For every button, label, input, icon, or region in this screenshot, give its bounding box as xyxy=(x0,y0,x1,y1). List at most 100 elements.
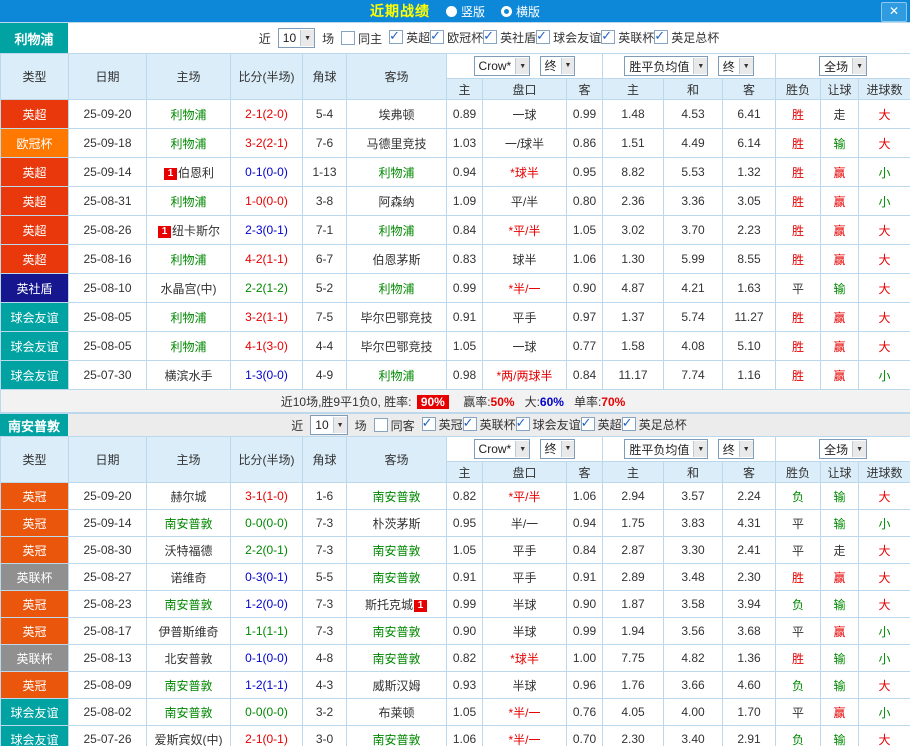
score[interactable]: 0-0(0-0) xyxy=(230,509,303,537)
score[interactable]: 2-2(1-2) xyxy=(230,273,303,303)
score[interactable]: 2-3(0-1) xyxy=(230,215,303,245)
euro-final-select[interactable]: 终 ▼ xyxy=(717,56,754,76)
match-row[interactable]: 英超 25-08-26 1 纽卡斯尔 2-3(0-1) 7-1 利物浦 0.84 … xyxy=(0,215,910,245)
score[interactable]: 2-1(2-0) xyxy=(230,99,303,129)
score[interactable]: 3-2(1-1) xyxy=(230,302,303,332)
match-row[interactable]: 球会友谊 25-07-26 爱斯宾奴(中) 2-1(0-1) 3-0 南安普敦 … xyxy=(0,725,910,746)
match-row[interactable]: 英超 25-09-14 1 伯恩利 0-1(0-0) 1-13 利物浦 0.94 … xyxy=(0,157,910,187)
handicap-result: 赢 xyxy=(820,186,860,216)
score[interactable]: 3-2(2-1) xyxy=(230,128,303,158)
score[interactable]: 0-1(0-0) xyxy=(230,644,303,672)
league-checkbox[interactable]: 球会友谊 xyxy=(536,28,601,46)
league-checkbox[interactable]: 英冠 xyxy=(421,415,463,433)
match-row[interactable]: 球会友谊 25-07-30 横滨水手 1-3(0-0) 4-9 利物浦 0.98… xyxy=(0,360,910,390)
league-checkbox[interactable]: 英超 xyxy=(580,415,622,433)
asia-final-select[interactable]: 终 ▼ xyxy=(539,55,576,76)
match-row[interactable]: 英冠 25-08-23 南安普敦 1-2(0-0) 7-3 斯托克城 1 0.99… xyxy=(0,590,910,618)
home-team: 1 伯恩利 xyxy=(146,157,231,187)
match-row[interactable]: 英冠 25-08-09 南安普敦 1-2(1-1) 4-3 威斯汉姆 0.93 … xyxy=(0,671,910,699)
match-row[interactable]: 英社盾 25-08-10 水晶宫(中) 2-2(1-2) 5-2 利物浦 0.9… xyxy=(0,273,910,303)
league-checkbox[interactable]: 英联杯 xyxy=(462,415,516,433)
match-result: 负 xyxy=(775,671,822,699)
score[interactable]: 1-1(1-1) xyxy=(230,617,303,645)
asia-away-odds: 0.90 xyxy=(565,590,604,618)
league-checkbox[interactable]: 球会友谊 xyxy=(515,415,581,433)
match-row[interactable]: 球会友谊 25-08-05 利物浦 4-1(3-0) 4-4 毕尔巴鄂竞技 1.… xyxy=(0,331,910,361)
euro-final-select[interactable]: 终 ▼ xyxy=(717,439,754,459)
score[interactable]: 3-1(1-0) xyxy=(230,482,303,510)
close-button[interactable]: ✕ xyxy=(881,2,907,22)
match-date: 25-08-30 xyxy=(68,536,147,564)
euro-draw-odds: 3.57 xyxy=(663,482,724,510)
goals-result: 小 xyxy=(858,698,910,726)
match-result: 胜 xyxy=(775,563,822,591)
scope-select[interactable]: 全场 ▼ xyxy=(819,56,868,76)
league-checkbox[interactable]: 英联杯 xyxy=(601,28,654,46)
away-team: 斯托克城 1 xyxy=(346,590,447,618)
league-checkbox[interactable]: 英足总杯 xyxy=(621,415,687,433)
match-result: 平 xyxy=(775,273,822,303)
match-result: 胜 xyxy=(775,157,822,187)
corner-score: 4-3 xyxy=(302,671,347,699)
match-date: 25-08-02 xyxy=(68,698,147,726)
score[interactable]: 0-0(0-0) xyxy=(230,698,303,726)
score[interactable]: 1-2(0-0) xyxy=(230,590,303,618)
match-row[interactable]: 英冠 25-08-17 伊普斯维奇 1-1(1-1) 7-3 南安普敦 0.90… xyxy=(0,617,910,645)
league-badge: 欧冠杯 xyxy=(0,128,69,158)
radio-landscape[interactable]: 横版 xyxy=(501,3,540,20)
score[interactable]: 0-3(0-1) xyxy=(230,563,303,591)
match-row[interactable]: 英冠 25-08-30 沃特福德 2-2(0-1) 7-3 南安普敦 1.05 … xyxy=(0,536,910,564)
match-row[interactable]: 英超 25-09-20 利物浦 2-1(2-0) 5-4 埃弗顿 0.89 一球… xyxy=(0,99,910,129)
score[interactable]: 4-2(1-1) xyxy=(230,244,303,274)
match-row[interactable]: 球会友谊 25-08-05 利物浦 3-2(1-1) 7-5 毕尔巴鄂竞技 0.… xyxy=(0,302,910,332)
score[interactable]: 1-0(0-0) xyxy=(230,186,303,216)
match-row[interactable]: 球会友谊 25-08-02 南安普敦 0-0(0-0) 3-2 布莱顿 1.05… xyxy=(0,698,910,726)
radio-portrait[interactable]: 竖版 xyxy=(445,3,485,20)
league-checkbox[interactable]: 英足总杯 xyxy=(654,28,719,46)
scope-select[interactable]: 全场 ▼ xyxy=(819,439,868,459)
match-row[interactable]: 英冠 25-09-14 南安普敦 0-0(0-0) 7-3 朴茨茅斯 0.95 … xyxy=(0,509,910,537)
col-header-handicap-result: 让球 xyxy=(820,78,860,100)
euro-avg-select[interactable]: 胜平负均值 ▼ xyxy=(624,56,709,76)
score[interactable]: 2-2(0-1) xyxy=(230,536,303,564)
goals-result: 大 xyxy=(858,331,910,361)
euro-away-odds: 4.60 xyxy=(722,671,777,699)
liverpool-section: 利物浦 近 10▼ 场 同主 英超欧冠杯英社盾球会友谊英联杯英足总杯 类型 日期… xyxy=(0,22,910,413)
home-team: 利物浦 xyxy=(146,128,231,158)
euro-away-odds: 1.32 xyxy=(722,157,777,187)
away-team: 毕尔巴鄂竞技 xyxy=(346,331,447,361)
asia-handicap: 平手 xyxy=(482,302,567,332)
same-away-checkbox[interactable]: 同客 xyxy=(373,417,415,434)
asia-home-odds: 0.99 xyxy=(446,590,483,618)
asia-final-select[interactable]: 终 ▼ xyxy=(539,438,576,459)
near-count-select[interactable]: 10 ▼ xyxy=(310,415,348,435)
league-checkbox[interactable]: 欧冠杯 xyxy=(430,28,483,46)
handicap-result: 输 xyxy=(820,509,860,537)
odds-company-select[interactable]: Crow* ▼ xyxy=(473,56,531,77)
euro-odds-selector-cell: 胜平负均值 ▼ 终 ▼ xyxy=(602,53,777,79)
euro-away-odds: 1.70 xyxy=(722,698,777,726)
match-row[interactable]: 英超 25-08-31 利物浦 1-0(0-0) 3-8 阿森纳 1.09 平/… xyxy=(0,186,910,216)
score[interactable]: 0-1(0-0) xyxy=(230,157,303,187)
match-row[interactable]: 英冠 25-09-20 赫尔城 3-1(1-0) 1-6 南安普敦 0.82 *… xyxy=(0,482,910,510)
euro-home-odds: 1.94 xyxy=(602,617,665,645)
same-home-checkbox[interactable]: 同主 xyxy=(341,30,382,47)
league-checkbox[interactable]: 英社盾 xyxy=(483,28,536,46)
col-header-asia-home: 主 xyxy=(446,78,483,100)
near-count-select[interactable]: 10 ▼ xyxy=(277,28,316,48)
euro-avg-select[interactable]: 胜平负均值 ▼ xyxy=(624,439,709,459)
goals-result: 大 xyxy=(858,536,910,564)
match-row[interactable]: 英联杯 25-08-27 诺维奇 0-3(0-1) 5-5 南安普敦 0.91 … xyxy=(0,563,910,591)
score[interactable]: 1-2(1-1) xyxy=(230,671,303,699)
league-checkbox[interactable]: 英超 xyxy=(389,28,430,46)
match-row[interactable]: 英联杯 25-08-13 北安普敦 0-1(0-0) 4-8 南安普敦 0.82… xyxy=(0,644,910,672)
score[interactable]: 2-1(0-1) xyxy=(230,725,303,746)
league-badge: 英超 xyxy=(0,215,69,245)
match-row[interactable]: 英超 25-08-16 利物浦 4-2(1-1) 6-7 伯恩茅斯 0.83 球… xyxy=(0,244,910,274)
odds-company-select[interactable]: Crow* ▼ xyxy=(473,439,531,460)
match-result: 平 xyxy=(775,509,822,537)
match-row[interactable]: 欧冠杯 25-09-18 利物浦 3-2(2-1) 7-6 马德里竞技 1.03… xyxy=(0,128,910,158)
score[interactable]: 4-1(3-0) xyxy=(230,331,303,361)
col-header-date: 日期 xyxy=(68,436,147,483)
score[interactable]: 1-3(0-0) xyxy=(230,360,303,390)
